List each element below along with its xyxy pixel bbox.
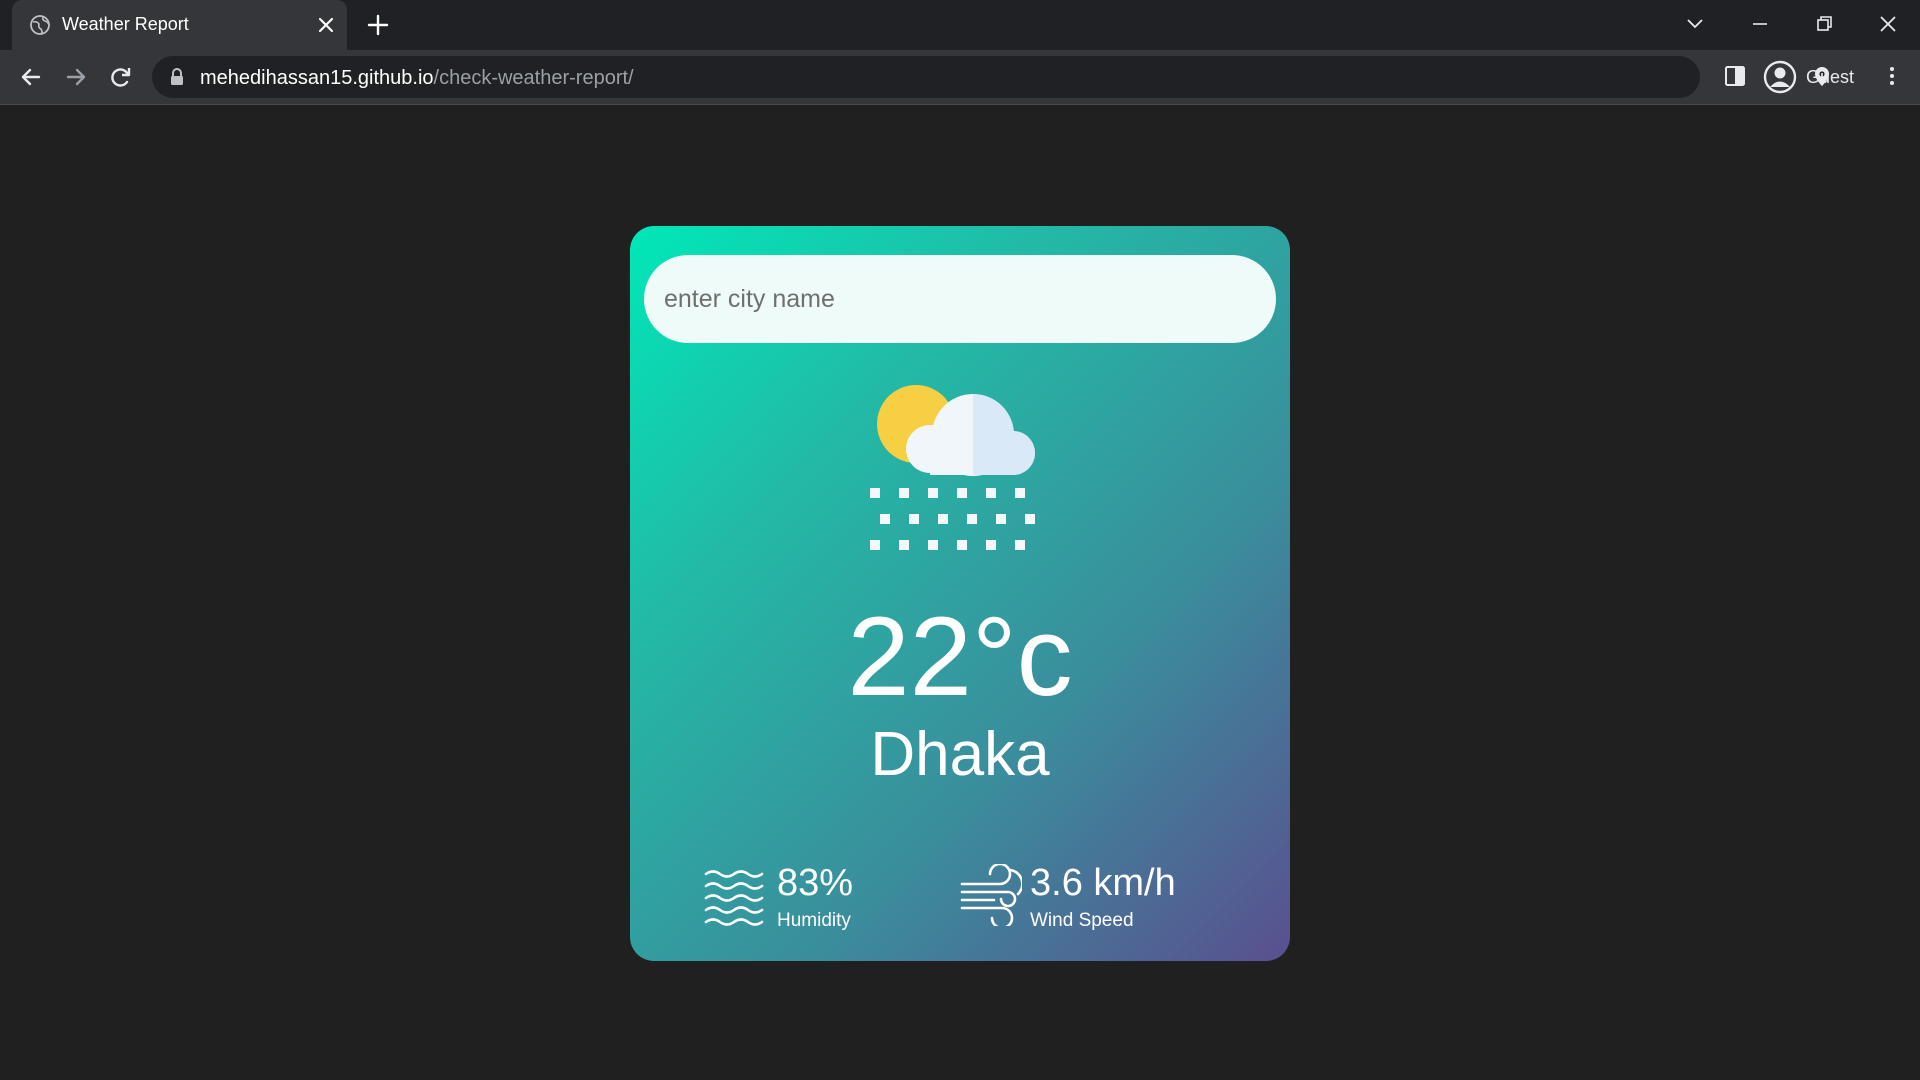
temperature: 22°c	[847, 594, 1073, 719]
url-host: mehedihassan15.github.io	[200, 67, 434, 89]
browser-toolbar: mehedihassan15.github.io/check-weather-r…	[0, 50, 1920, 105]
globe-icon	[30, 15, 50, 35]
plus-icon[interactable]	[367, 14, 389, 36]
tab-strip: Weather Report	[0, 0, 1920, 50]
wind-speed-value: 3.6 km/h	[1030, 862, 1176, 904]
wind-icon	[960, 864, 1022, 926]
minimize-icon[interactable]	[1746, 10, 1774, 38]
humidity-waves-icon	[704, 870, 764, 926]
address-bar[interactable]: mehedihassan15.github.io/check-weather-r…	[152, 56, 1829, 98]
profile-label: Guest	[1806, 67, 1855, 87]
url-text: mehedihassan15.github.io/check-weather-r…	[200, 67, 634, 90]
side-panel-icon[interactable]	[1723, 64, 1747, 88]
city-search-input[interactable]	[644, 255, 1276, 343]
browser-tab[interactable]: Weather Report	[12, 0, 347, 50]
arrow-left-icon[interactable]	[17, 63, 45, 91]
lock-icon[interactable]	[168, 67, 186, 87]
humidity-value: 83%	[777, 862, 854, 904]
sun-cloud-snow-icon	[870, 385, 1035, 550]
profile-button[interactable]: Guest	[1760, 56, 1860, 98]
restore-icon[interactable]	[1810, 10, 1838, 38]
city-name: Dhaka	[870, 720, 1050, 789]
reload-icon[interactable]	[107, 63, 135, 91]
weather-card: 22°c Dhaka 83% Humidity 3.6 km/h Wind Sp…	[630, 226, 1290, 961]
kebab-menu-icon[interactable]	[1880, 64, 1904, 88]
close-window-icon[interactable]	[1874, 10, 1902, 38]
url-path: /check-weather-report/	[433, 67, 634, 89]
humidity-label: Humidity	[777, 910, 851, 931]
tab-title: Weather Report	[62, 14, 189, 34]
close-icon[interactable]	[317, 16, 335, 34]
avatar	[1763, 60, 1797, 94]
chevron-down-icon[interactable]	[1681, 10, 1709, 38]
arrow-right-icon[interactable]	[62, 63, 90, 91]
wind-speed-label: Wind Speed	[1030, 910, 1134, 931]
